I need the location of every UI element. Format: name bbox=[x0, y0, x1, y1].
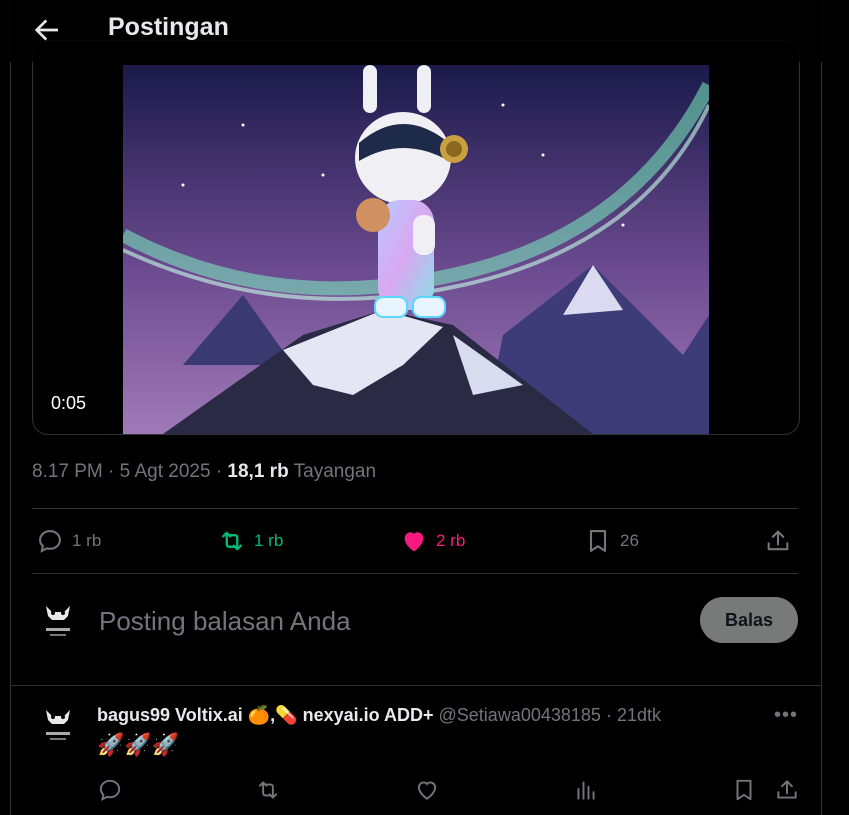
author-emoji-2: 💊 bbox=[275, 705, 298, 725]
bookmark-action[interactable]: 26 bbox=[584, 526, 639, 556]
reply-icon bbox=[39, 530, 61, 553]
author-handle[interactable]: @Setiawa00438185 bbox=[439, 705, 601, 725]
tweet-actions bbox=[97, 777, 797, 807]
video-frame-image bbox=[123, 65, 709, 434]
post-time[interactable]: 8.17 PM bbox=[32, 461, 103, 482]
repost-icon[interactable] bbox=[255, 777, 281, 803]
avatar[interactable] bbox=[32, 700, 84, 752]
tweet-text: 🚀🚀🚀 bbox=[97, 732, 180, 757]
like-icon[interactable] bbox=[414, 777, 440, 803]
tweet-author-line: bagus99 Voltix.ai 🍊,💊 nexyai.io ADD+ @Se… bbox=[97, 705, 661, 726]
bookmark-icon bbox=[589, 530, 607, 552]
more-options-icon[interactable]: ••• bbox=[774, 704, 798, 727]
reply-tweet[interactable]: bagus99 Voltix.ai 🍊,💊 nexyai.io ADD+ @Se… bbox=[32, 700, 798, 815]
heart-icon bbox=[404, 532, 424, 552]
post-actions: 1 rb 1 rb 2 rb 26 bbox=[32, 508, 798, 574]
author-name-part2[interactable]: nexyai.io ADD+ bbox=[303, 705, 434, 725]
page-header: Postingan bbox=[0, 0, 849, 62]
repost-icon bbox=[222, 531, 242, 551]
author-name-part1[interactable]: bagus99 Voltix.ai bbox=[97, 705, 243, 725]
video-timestamp: 0:05 bbox=[51, 393, 87, 413]
view-count: 18,1 rb bbox=[227, 461, 289, 482]
divider bbox=[10, 685, 822, 686]
author-emoji-1: 🍊 bbox=[247, 705, 271, 725]
post-meta: 8.17 PM · 5 Agt 2025 · 18,1 rb Tayangan bbox=[32, 461, 377, 482]
post-date[interactable]: 5 Agt 2025 bbox=[120, 461, 211, 482]
page-title: Postingan bbox=[108, 13, 229, 41]
video-player[interactable]: 0:05 bbox=[32, 40, 800, 435]
share-icon[interactable] bbox=[774, 777, 800, 803]
views-label: Tayangan bbox=[293, 461, 377, 482]
views-icon[interactable] bbox=[573, 777, 599, 803]
dot-separator: · bbox=[605, 705, 612, 725]
repost-action[interactable]: 1 rb bbox=[218, 526, 283, 556]
bookmark-count: 26 bbox=[620, 531, 639, 550]
tweet-time[interactable]: 21dtk bbox=[617, 705, 661, 725]
share-action[interactable] bbox=[764, 526, 800, 556]
back-arrow-icon[interactable] bbox=[30, 14, 62, 46]
reply-icon[interactable] bbox=[97, 777, 123, 803]
avatar[interactable] bbox=[32, 596, 84, 648]
reply-action[interactable]: 1 rb bbox=[36, 526, 101, 556]
like-count: 2 rb bbox=[436, 531, 466, 550]
reply-button[interactable]: Balas bbox=[700, 597, 798, 643]
reply-composer: Posting balasan Anda Balas bbox=[32, 596, 798, 656]
reply-input[interactable]: Posting balasan Anda bbox=[99, 606, 351, 637]
repost-count: 1 rb bbox=[254, 531, 284, 550]
like-action[interactable]: 2 rb bbox=[400, 526, 465, 556]
share-icon bbox=[767, 530, 789, 551]
bookmark-icon[interactable] bbox=[731, 777, 757, 803]
reply-count: 1 rb bbox=[72, 531, 102, 550]
